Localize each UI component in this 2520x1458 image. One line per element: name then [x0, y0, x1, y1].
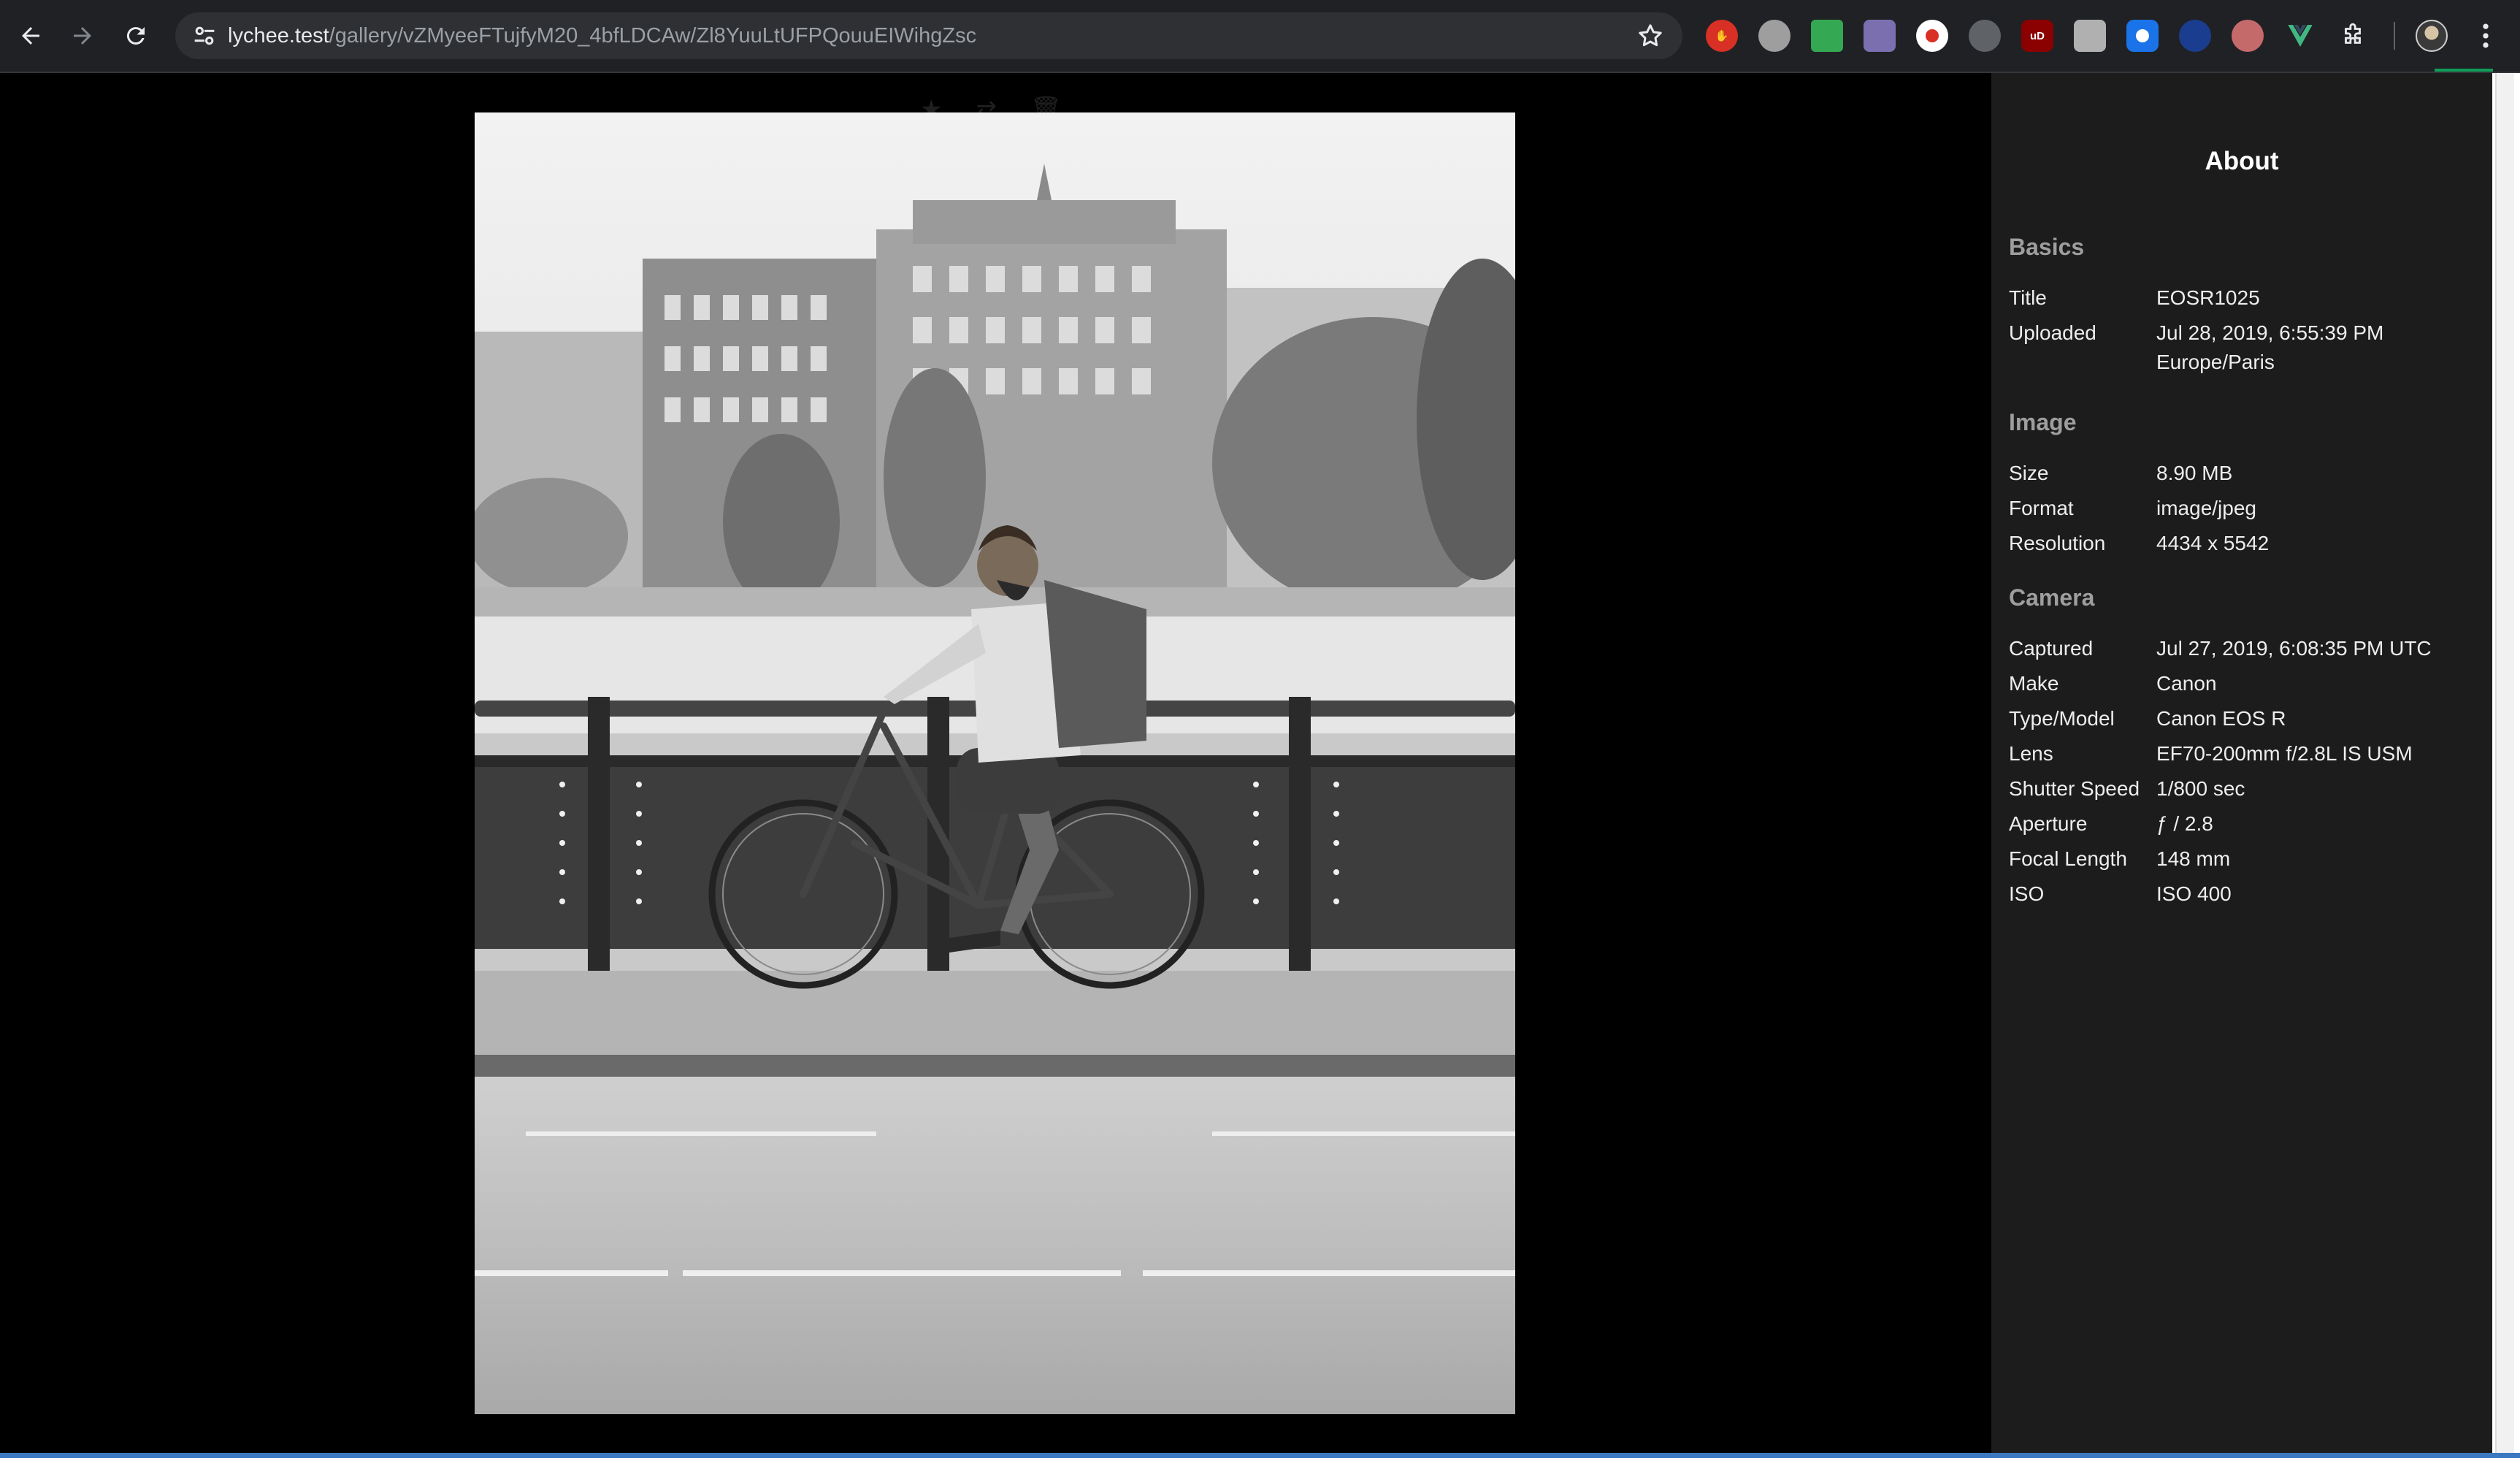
profile-avatar[interactable]: [2416, 20, 2448, 52]
resolution-label: Resolution: [2009, 532, 2106, 554]
uploaded-value: Jul 28, 2019, 6:55:39 PM: [2156, 321, 2384, 344]
eu-icon[interactable]: [2179, 20, 2211, 52]
address-bar[interactable]: lychee.test/gallery/vZMyeeFTujfyM20_4bfL…: [175, 12, 1682, 59]
cyclist-photo-image: [475, 112, 1515, 1414]
puzzle-cat-icon[interactable]: [1864, 20, 1896, 52]
extensions-puzzle-icon[interactable]: [2337, 20, 2369, 52]
details-sidebar: About Basics Title EOSR1025 Uploaded Jul…: [1991, 73, 2492, 1453]
menu-dots-icon[interactable]: [2470, 20, 2502, 52]
reload-icon: [126, 27, 145, 45]
toolbar-divider: [2394, 22, 2395, 50]
record-icon[interactable]: [1916, 20, 1948, 52]
iso-label: ISO: [2009, 882, 2045, 905]
camera-heading: Camera: [2009, 584, 2095, 611]
model-value: Canon EOS R: [2156, 707, 2286, 730]
shield-icon[interactable]: [2074, 20, 2106, 52]
shutter-value: 1/800 sec: [2156, 777, 2245, 800]
drop-icon[interactable]: [1969, 20, 2001, 52]
uploaded-row: Uploaded Jul 28, 2019, 6:55:39 PM Europe…: [2009, 318, 2483, 377]
red-hand-icon[interactable]: ✋: [1706, 20, 1738, 52]
sidebar-title: About: [2205, 147, 2279, 175]
cookie-icon[interactable]: [1758, 20, 1791, 52]
format-value: image/jpeg: [2156, 497, 2256, 519]
format-label: Format: [2009, 497, 2074, 519]
site-settings-icon[interactable]: [190, 21, 219, 50]
bookmark-star-icon[interactable]: [1636, 21, 1665, 50]
size-value: 8.90 MB: [2156, 462, 2233, 484]
size-label: Size: [2009, 462, 2049, 484]
captured-label: Captured: [2009, 637, 2094, 660]
window-bottom-edge: [0, 1453, 2520, 1458]
main-photo[interactable]: [475, 112, 1515, 1414]
image-heading: Image: [2009, 409, 2077, 435]
make-label: Make: [2009, 672, 2059, 695]
shutter-label: Shutter Speed: [2009, 777, 2140, 800]
title-value: EOSR1025: [2156, 286, 2260, 309]
model-label: Type/Model: [2009, 707, 2115, 730]
vue-icon[interactable]: [2284, 20, 2316, 52]
make-value: Canon: [2156, 672, 2217, 695]
url-text[interactable]: lychee.test/gallery/vZMyeeFTujfyM20_4bfL…: [228, 12, 976, 59]
uploaded-timezone: Europe/Paris: [2156, 351, 2275, 373]
uploaded-label: Uploaded: [2009, 321, 2096, 344]
iso-value: ISO 400: [2156, 882, 2232, 905]
aperture-value: ƒ / 2.8: [2156, 812, 2213, 835]
screenshot-icon[interactable]: [2126, 20, 2159, 52]
url-host: lychee.test: [228, 24, 329, 47]
scrollbar-thumb[interactable]: [2495, 73, 2514, 1453]
captured-value: Jul 27, 2019, 6:08:35 PM UTC: [2156, 637, 2432, 660]
aperture-label: Aperture: [2009, 812, 2088, 835]
url-path: /gallery/vZMyeeFTujfyM20_4bfLDCAw/Zl8Yuu…: [329, 24, 977, 47]
photo-viewer: ★ ⇄ 🗑: [0, 73, 1991, 1453]
ublock-icon[interactable]: uD: [2021, 20, 2053, 52]
clockwork-icon[interactable]: [2232, 20, 2264, 52]
arrow-right-icon: [74, 27, 91, 45]
reload-button[interactable]: [112, 12, 159, 59]
back-button[interactable]: [7, 12, 54, 59]
browser-toolbar: lychee.test/gallery/vZMyeeFTujfyM20_4bfL…: [0, 0, 2520, 73]
lens-label: Lens: [2009, 742, 2053, 765]
green-square-icon[interactable]: [1811, 20, 1843, 52]
focal-length-value: 148 mm: [2156, 847, 2231, 870]
forward-button[interactable]: [59, 12, 106, 59]
title-label: Title: [2009, 286, 2047, 309]
resolution-value: 4434 x 5542: [2156, 532, 2270, 554]
arrow-left-icon: [22, 27, 39, 45]
profile-indicator: [2435, 69, 2493, 72]
focal-length-label: Focal Length: [2009, 847, 2127, 870]
lens-value: EF70-200mm f/2.8L IS USM: [2156, 742, 2413, 765]
basics-heading: Basics: [2009, 234, 2085, 260]
